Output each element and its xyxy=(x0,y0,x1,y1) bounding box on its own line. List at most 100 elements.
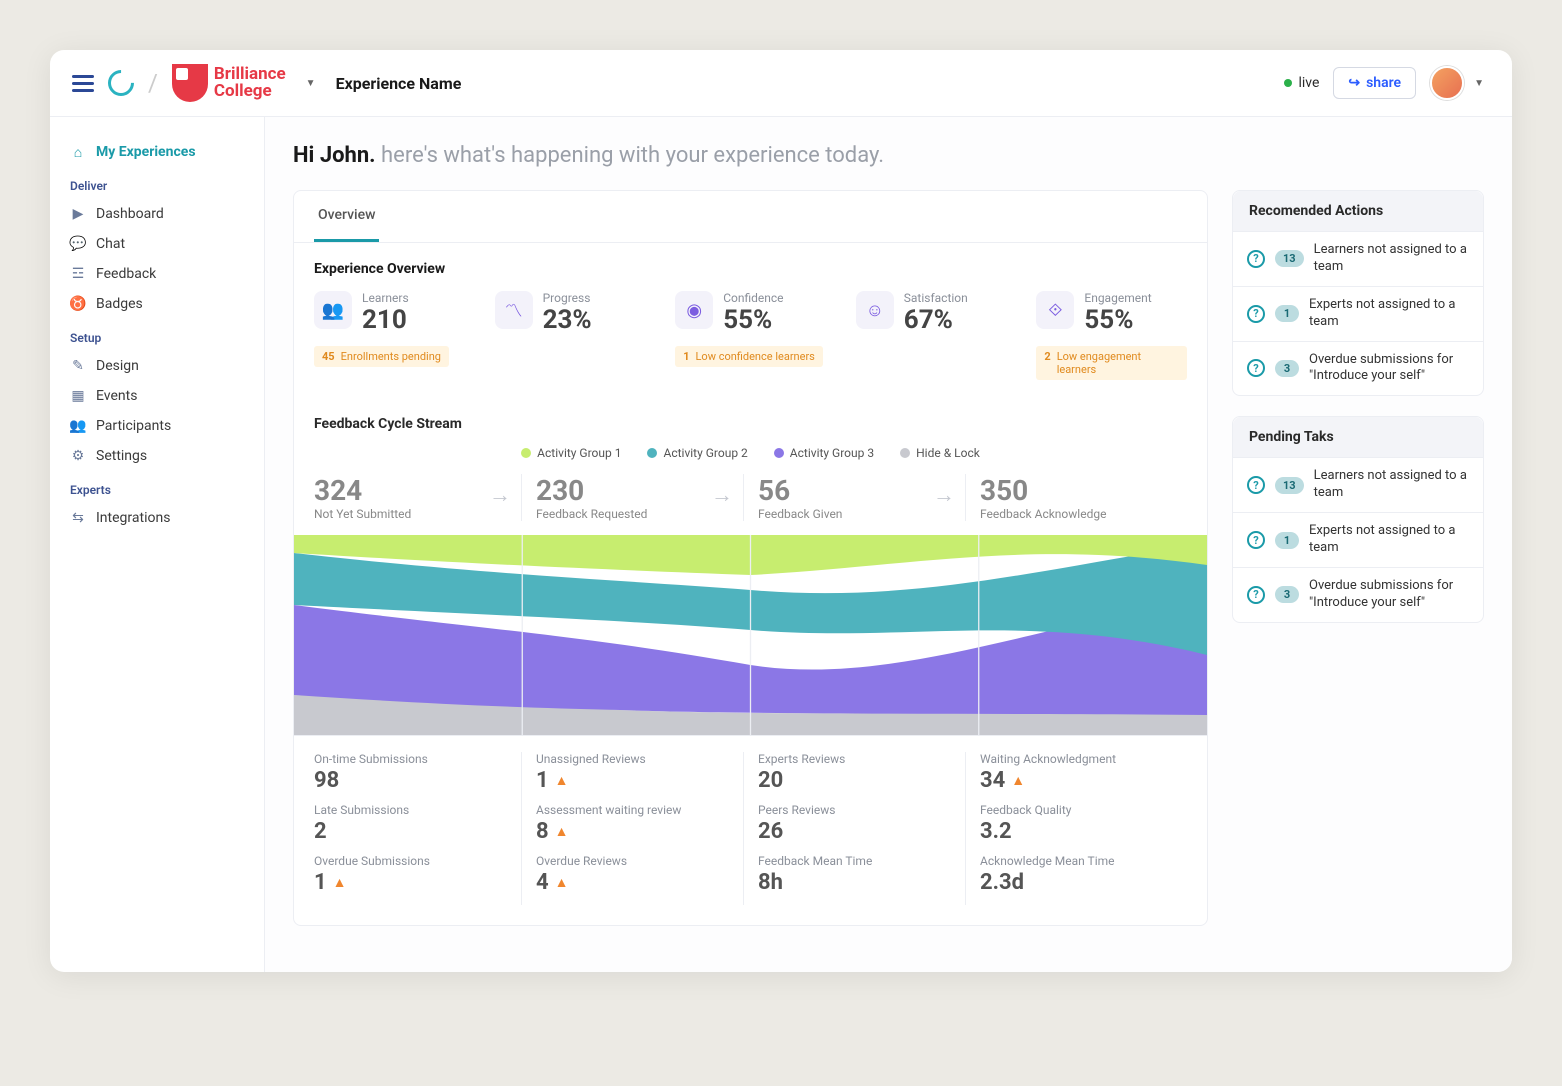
action-item[interactable]: ?13Learners not assigned to a team xyxy=(1233,231,1483,286)
share-button[interactable]: ↪ share xyxy=(1333,67,1416,99)
nav-section-setup: Setup xyxy=(60,319,254,351)
gear-icon: ⚙ xyxy=(70,448,86,464)
nav-label: Settings xyxy=(96,448,147,464)
legend-g3[interactable]: Activity Group 3 xyxy=(774,446,874,460)
greeting-sub: here's what's happening with your experi… xyxy=(381,143,884,168)
action-item[interactable]: ?1Experts not assigned to a team xyxy=(1233,512,1483,567)
nav-integrations[interactable]: ⇆Integrations xyxy=(60,503,254,533)
metric-label: Engagement xyxy=(1084,291,1151,305)
nav-feedback[interactable]: ☲ Feedback xyxy=(60,259,254,289)
chat-icon: 💬 xyxy=(70,236,86,252)
action-item[interactable]: ?1Experts not assigned to a team xyxy=(1233,286,1483,341)
metric-satisfaction: ☺ Satisfaction 67% xyxy=(856,291,1007,335)
alert-confidence[interactable]: 1Low confidence learners xyxy=(675,346,823,367)
brand-dropdown-caret-icon[interactable]: ▼ xyxy=(306,78,316,89)
home-icon: ⌂ xyxy=(70,144,86,160)
sub-col-2: Experts Reviews20 Peers Reviews 26 Feedback… xyxy=(743,752,965,905)
share-label: share xyxy=(1366,75,1401,91)
progress-icon: 〽 xyxy=(495,291,533,329)
metric-engagement: ⟐ Engagement 55% xyxy=(1036,291,1187,335)
nav-chat[interactable]: 💬Chat xyxy=(60,229,254,259)
users-icon: 👥 xyxy=(70,418,86,434)
nav-settings[interactable]: ⚙ Settings xyxy=(60,441,254,471)
calendar-icon: ▦ xyxy=(70,388,86,404)
metric-label: Satisfaction xyxy=(904,291,968,305)
help-icon: ? xyxy=(1247,476,1265,494)
nav-events[interactable]: ▦Events xyxy=(60,381,254,411)
legend-g2[interactable]: Activity Group 2 xyxy=(647,446,747,460)
stages-row: 324Not Yet Submitted→ 230Feedback Reques… xyxy=(294,474,1207,521)
nav-design[interactable]: ✎Design xyxy=(60,351,254,381)
panel-title: Recomended Actions xyxy=(1233,191,1483,231)
legend-dot-icon xyxy=(521,448,531,458)
sub-value: 2.3d xyxy=(980,870,1173,895)
experience-name[interactable]: Experience Name xyxy=(336,74,462,93)
action-item[interactable]: ?3Overdue submissions for "Introduce you… xyxy=(1233,341,1483,396)
sub-value: 20 xyxy=(758,768,951,793)
sub-metric: Experts Reviews20 xyxy=(758,752,951,793)
count-badge: 13 xyxy=(1275,477,1304,494)
legend-hl[interactable]: Hide & Lock xyxy=(900,446,980,460)
sub-metric: Peers Reviews 26 xyxy=(758,803,951,844)
sub-metrics: On-time Submissions98Late Submissions2Ov… xyxy=(294,735,1207,925)
overview-title: Experience Overview xyxy=(294,243,1207,291)
nav-dashboard[interactable]: ▶Dashboard xyxy=(60,199,254,229)
action-text: Experts not assigned to a team xyxy=(1309,297,1469,331)
metric-label: Learners xyxy=(362,291,409,305)
legend-dot-icon xyxy=(900,448,910,458)
sub-metric: Feedback Quality 3.2 xyxy=(980,803,1173,844)
sub-metric: Overdue Submissions1▲ xyxy=(314,854,507,895)
nav-my-experiences[interactable]: ⌂ My Experiences xyxy=(60,137,254,167)
learners-icon: 👥 xyxy=(314,291,352,329)
warning-icon: ▲ xyxy=(555,874,569,891)
badge-icon: ♉ xyxy=(70,296,86,312)
sub-value: 1▲ xyxy=(314,870,507,895)
main-content: Hi John. here's what's happening with yo… xyxy=(265,117,1512,972)
nav-participants[interactable]: 👥Participants xyxy=(60,411,254,441)
confidence-icon: ◉ xyxy=(675,291,713,329)
nav-label: Integrations xyxy=(96,510,170,526)
brand-name-2: College xyxy=(214,83,286,100)
greeting: Hi John. here's what's happening with yo… xyxy=(293,143,1484,168)
nav-badges[interactable]: ♉Badges xyxy=(60,289,254,319)
metric-value: 67% xyxy=(904,305,968,335)
stage-3: 350Feedback Acknowledge xyxy=(965,474,1187,521)
sub-label: Late Submissions xyxy=(314,803,507,817)
recommended-actions-panel: Recomended Actions ?13Learners not assig… xyxy=(1232,190,1484,396)
nav-label: Dashboard xyxy=(96,206,164,222)
action-item[interactable]: ?13Learners not assigned to a team xyxy=(1233,457,1483,512)
count-badge: 3 xyxy=(1275,586,1299,603)
count-badge: 13 xyxy=(1275,250,1304,267)
action-text: Overdue submissions for "Introduce your … xyxy=(1309,352,1469,386)
legend-dot-icon xyxy=(774,448,784,458)
engagement-icon: ⟐ xyxy=(1036,291,1074,329)
help-icon: ? xyxy=(1247,250,1265,268)
nav-label: Feedback xyxy=(96,266,156,282)
sub-value: 4▲ xyxy=(536,870,729,895)
sub-value: 3.2 xyxy=(980,819,1173,844)
breadcrumb-separator: / xyxy=(148,69,158,97)
sub-label: Feedback Quality xyxy=(980,803,1173,817)
sub-label: Peers Reviews xyxy=(758,803,951,817)
brand-shield-icon xyxy=(172,64,208,102)
user-avatar[interactable] xyxy=(1430,66,1464,100)
sub-value: 8▲ xyxy=(536,819,729,844)
brand-block[interactable]: Brilliance College xyxy=(172,64,286,102)
app-window: / Brilliance College ▼ Experience Name l… xyxy=(50,50,1512,972)
alert-engagement[interactable]: 2Low engagement learners xyxy=(1036,346,1187,380)
tab-overview[interactable]: Overview xyxy=(314,191,379,242)
user-menu-caret-icon[interactable]: ▼ xyxy=(1474,78,1484,89)
list-icon: ☲ xyxy=(70,266,86,282)
hamburger-menu-icon[interactable] xyxy=(72,75,94,92)
sub-label: Feedback Mean Time xyxy=(758,854,951,868)
action-item[interactable]: ?3Overdue submissions for "Introduce you… xyxy=(1233,567,1483,622)
sub-value: 98 xyxy=(314,768,507,793)
warning-icon: ▲ xyxy=(555,772,569,789)
alert-enrollments[interactable]: 45Enrollments pending xyxy=(314,346,449,367)
legend-g1[interactable]: Activity Group 1 xyxy=(521,446,621,460)
sub-col-3: Waiting Acknowledgment34▲Feedback Qualit… xyxy=(965,752,1187,905)
sidebar: ⌂ My Experiences Deliver ▶Dashboard 💬Cha… xyxy=(50,117,265,972)
sub-value: 26 xyxy=(758,819,951,844)
metric-label: Progress xyxy=(543,291,592,305)
sub-col-1: Unassigned Reviews1▲Assessment waiting r… xyxy=(521,752,743,905)
